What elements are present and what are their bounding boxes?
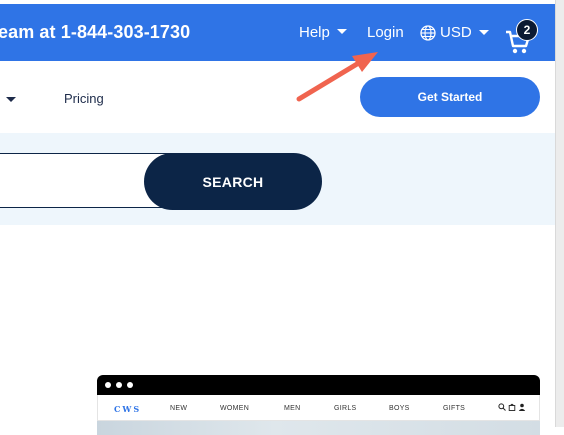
preview-nav-item: GIFTS [443, 405, 466, 412]
preview-logo: CWS [114, 404, 142, 414]
user-icon [519, 403, 526, 411]
bag-icon [508, 403, 516, 411]
top-bar: eam at 1-844-303-1730 Help Login USD 2 [0, 4, 555, 61]
globe-icon [420, 24, 436, 41]
pricing-link[interactable]: Pricing [64, 91, 104, 106]
promo-phone-text: eam at 1-844-303-1730 [0, 22, 191, 42]
search-section: SEARCH [0, 133, 555, 225]
currency-label: USD [440, 24, 472, 41]
preview-nav-item: GIRLS [334, 405, 357, 412]
preview-nav-item: WOMEN [220, 405, 250, 412]
window-dot-icon [116, 382, 122, 388]
cart-button[interactable]: 2 [505, 19, 538, 54]
preview-nav-item: NEW [170, 405, 188, 412]
chevron-down-icon [478, 30, 489, 35]
help-menu[interactable]: Help [299, 24, 347, 41]
preview-nav-item: MEN [284, 405, 301, 412]
page-scrollbar[interactable] [555, 0, 564, 427]
window-dot-icon [127, 382, 133, 388]
get-started-button[interactable]: Get Started [360, 77, 540, 117]
login-link[interactable]: Login [367, 24, 404, 41]
window-dot-icon [105, 382, 111, 388]
preview-icons [498, 403, 526, 413]
secondary-nav: Pricing Get Started [0, 61, 555, 133]
chevron-down-icon [336, 29, 347, 34]
website-preview: CWS NEW WOMEN MEN GIRLS BOYS GIFTS [97, 375, 540, 435]
preview-nav: CWS NEW WOMEN MEN GIRLS BOYS GIFTS [97, 395, 540, 421]
preview-nav-item: BOYS [389, 405, 410, 412]
currency-selector[interactable]: USD [420, 24, 489, 41]
preview-window-chrome [97, 375, 540, 395]
chevron-down-icon[interactable] [6, 97, 16, 102]
search-icon [498, 403, 506, 411]
help-label: Help [299, 24, 330, 41]
cart-count-badge: 2 [516, 19, 538, 41]
preview-hero-image [97, 421, 540, 435]
search-button[interactable]: SEARCH [144, 153, 322, 210]
